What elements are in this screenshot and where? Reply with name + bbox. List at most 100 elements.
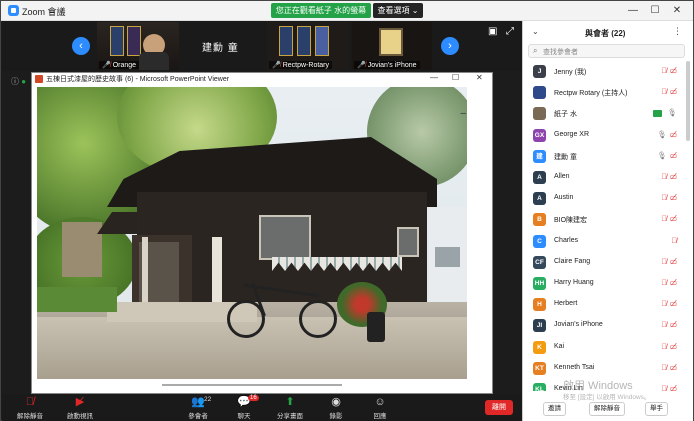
- maximize-button[interactable]: ☐: [648, 4, 662, 18]
- participant-status-icons: 🎙̸▭̸: [661, 299, 680, 308]
- avatar: B: [533, 213, 546, 227]
- participant-status-icons: 🎙̸▭̸: [661, 87, 680, 96]
- powerpoint-viewer-window: 五棟日式漆屋的歷史故事 (6) - Microsoft PowerPoint V…: [31, 72, 493, 394]
- video-off-icon: ▭̸: [669, 66, 680, 75]
- security-shield-icon: ●: [21, 77, 27, 86]
- participants-panel-header: ⌄ 與會者 (22) ⋮: [523, 21, 694, 43]
- ppt-minimize-button[interactable]: —: [430, 73, 438, 82]
- participant-row[interactable]: JI Jovian's iPhone 🎙̸▭̸: [523, 315, 685, 336]
- share-info-icon[interactable]: ⓘ ●: [11, 76, 26, 87]
- participant-status-icons: 🎙̸▭̸: [661, 320, 680, 329]
- avatar: GX: [533, 128, 546, 142]
- invite-button[interactable]: 邀請: [543, 402, 566, 416]
- participant-row[interactable]: B BIO陳建宏 🎙̸▭̸: [523, 209, 685, 230]
- slide-scroll-marker: –: [460, 108, 466, 119]
- unmute-all-button[interactable]: 解除靜音: [589, 402, 625, 416]
- participant-name: Jovian's iPhone: [554, 321, 603, 329]
- video-thumbnail[interactable]: 🎤̸ Jovian's iPhone: [352, 22, 432, 70]
- avatar: KT: [533, 361, 546, 375]
- mic-muted-icon: 🎙̸: [661, 193, 670, 203]
- participant-row[interactable]: KT Kenneth Tsai 🎙̸▭̸: [523, 358, 685, 379]
- participant-name: Kenneth Tsai: [554, 363, 595, 371]
- participant-row[interactable]: GX George XR 🎙▭̸: [523, 125, 685, 146]
- participant-row[interactable]: Rectpw Rotary (主持人) 🎙̸▭̸: [523, 82, 685, 103]
- participant-status-icons: 🎙̸▭̸: [661, 214, 680, 223]
- raise-hand-button[interactable]: 舉手: [645, 402, 668, 416]
- mic-muted-icon: 🎙̸: [661, 256, 670, 266]
- participant-name: Austin: [554, 194, 574, 202]
- gallery-layout-icon[interactable]: ▣: [488, 26, 497, 37]
- participant-row[interactable]: H Herbert 🎙̸▭̸: [523, 294, 685, 315]
- video-off-icon: ▭̸: [669, 87, 680, 97]
- participants-icon: 👥: [191, 396, 205, 408]
- participant-name: Herbert: [554, 300, 578, 308]
- thumbnail-name: 🎤̸ Orange: [99, 61, 140, 69]
- start-video-button[interactable]: ▶̸ 啟動視訊: [60, 396, 100, 420]
- share-screen-icon: ⬆: [285, 396, 295, 408]
- zoom-logo-icon: [8, 5, 19, 16]
- participant-row[interactable]: C Charles 🎙̸: [523, 231, 685, 252]
- video-thumbnail[interactable]: 🎤̸ Rectpw-Rotary: [267, 22, 349, 70]
- participant-status-icons: 🎙̸▭̸: [661, 342, 680, 351]
- chat-button[interactable]: 💬 16 聊天: [224, 395, 264, 420]
- participants-button[interactable]: 👥 22 參會者: [178, 396, 218, 420]
- video-off-icon: ▶̸: [75, 396, 85, 408]
- leave-meeting-button[interactable]: 離開: [485, 400, 513, 415]
- participant-row[interactable]: HH Harry Huang 🎙̸▭̸: [523, 273, 685, 294]
- screen-share-banner: 您正在觀看紙子 水的螢幕: [271, 3, 371, 18]
- video-off-icon: ▭̸: [669, 384, 680, 391]
- avatar: A: [533, 192, 546, 206]
- chevron-down-icon[interactable]: ⌄: [532, 27, 539, 36]
- avatar: 建: [533, 149, 546, 163]
- participant-row[interactable]: A Allen 🎙̸▭̸: [523, 167, 685, 188]
- participants-panel-title: 與會者 (22): [585, 29, 626, 38]
- ppt-maximize-button[interactable]: ☐: [452, 73, 459, 82]
- next-page-button[interactable]: ›: [441, 37, 459, 55]
- avatar: [533, 107, 546, 121]
- close-button[interactable]: ✕: [670, 4, 684, 18]
- avatar: [533, 86, 546, 100]
- video-on-icon: [653, 109, 663, 117]
- participant-row[interactable]: K Kai 🎙̸▭̸: [523, 337, 685, 358]
- participants-count: 22: [204, 396, 212, 403]
- participant-row[interactable]: J Jenny (我) 🎙̸▭̸: [523, 61, 685, 82]
- mic-muted-icon: 🎤̸: [102, 62, 111, 69]
- mic-muted-icon: 🎤̸: [357, 62, 366, 69]
- video-off-icon: ▭̸: [669, 256, 680, 266]
- participant-name: Charles: [554, 236, 579, 244]
- prev-page-button[interactable]: ‹: [72, 37, 90, 55]
- mic-muted-icon: 🎙̸: [661, 87, 670, 97]
- mic-muted-icon: 🎙̸: [661, 172, 670, 181]
- share-screen-button[interactable]: ⬆ 分享畫面: [270, 396, 310, 420]
- mic-muted-icon: 🎙̸: [661, 299, 670, 309]
- fullscreen-icon[interactable]: ⤢: [506, 26, 514, 37]
- participant-name: Harry Huang: [554, 279, 594, 286]
- participant-name: Rectpw Rotary (主持人): [554, 90, 628, 98]
- mic-muted-icon: 🎙̸: [661, 320, 670, 330]
- slide-photo[interactable]: [37, 87, 467, 379]
- title-bar: Zoom 會議 您正在觀看紙子 水的螢幕 查看選項 ⌄ — ☐ ✕: [1, 1, 693, 21]
- participant-row[interactable]: 紙子 水 🎙: [523, 103, 685, 124]
- participant-search-input[interactable]: ⌕ 查找參會者: [528, 44, 685, 58]
- participant-name: 建勳 童: [554, 153, 577, 161]
- participant-row[interactable]: 建建勳 童 🎙▭̸: [523, 146, 685, 167]
- record-button[interactable]: ◉ 錄影: [316, 396, 356, 420]
- search-icon: ⌕: [533, 46, 538, 55]
- chat-badge: 16: [248, 395, 259, 401]
- participant-row[interactable]: CF Claire Fang 🎙̸▭̸: [523, 252, 685, 273]
- video-thumbnail[interactable]: 🎤̸ Orange: [97, 22, 179, 70]
- participant-status-icons: 🎙̸▭̸: [661, 384, 680, 391]
- pop-out-icon[interactable]: ⋮: [673, 26, 682, 37]
- participant-row[interactable]: A Austin 🎙̸▭̸: [523, 188, 685, 209]
- unmute-button[interactable]: 🎙̸ 解除靜音: [10, 396, 50, 420]
- reactions-button[interactable]: ☺ 回應: [360, 396, 400, 420]
- avatar: C: [533, 234, 546, 248]
- ppt-title-bar: 五棟日式漆屋的歷史故事 (6) - Microsoft PowerPoint V…: [32, 73, 492, 85]
- participant-name: Jenny (我): [554, 69, 587, 76]
- ppt-close-button[interactable]: ✕: [476, 73, 483, 82]
- window-title: Zoom 會議: [22, 7, 66, 17]
- participant-list-scrollbar[interactable]: [686, 61, 690, 141]
- mic-muted-icon: 🎙̸: [661, 341, 670, 351]
- minimize-button[interactable]: —: [626, 4, 640, 18]
- view-options-button[interactable]: 查看選項 ⌄: [373, 3, 423, 18]
